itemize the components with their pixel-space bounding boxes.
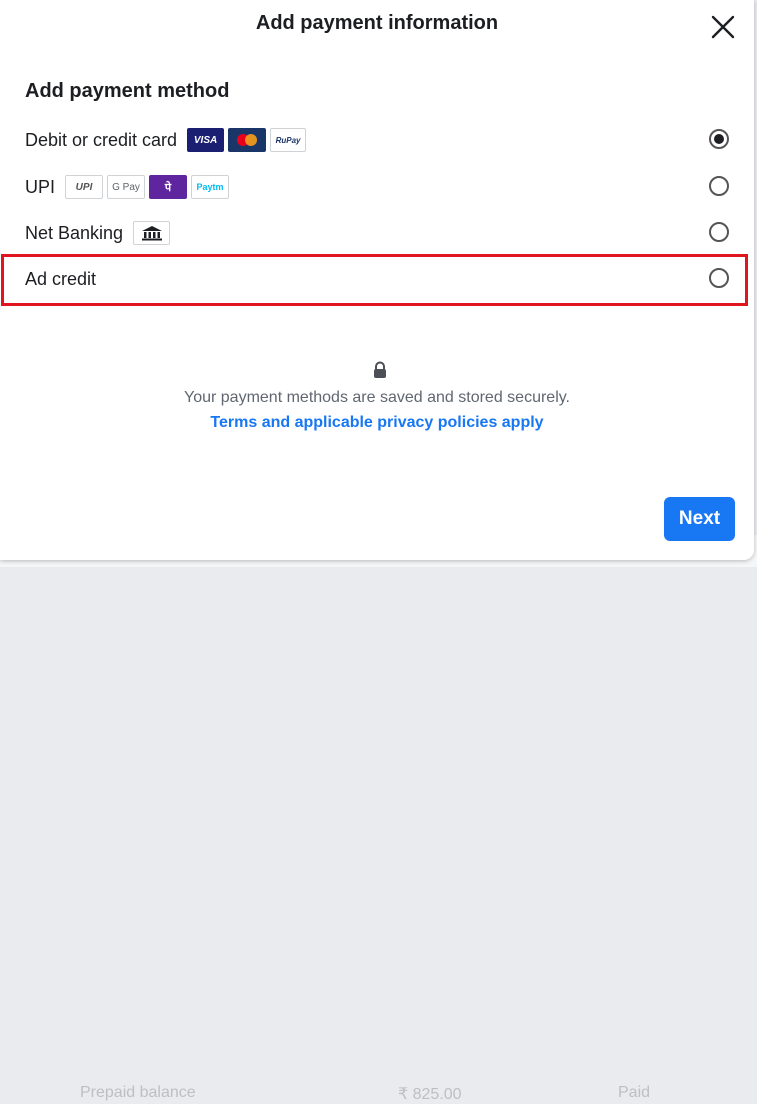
close-icon bbox=[711, 15, 735, 39]
next-button[interactable]: Next bbox=[664, 497, 735, 541]
radio-upi[interactable] bbox=[709, 176, 729, 196]
mastercard-icon bbox=[237, 134, 258, 146]
radio-card[interactable] bbox=[709, 129, 729, 149]
option-card[interactable]: Debit or credit card VISA RuPay bbox=[25, 120, 745, 160]
visa-logo: VISA bbox=[187, 128, 225, 152]
netbanking-logos bbox=[133, 221, 171, 245]
background-row-amount: ₹ 825.00 bbox=[398, 1086, 462, 1103]
option-label: Net Banking bbox=[25, 222, 124, 243]
secure-text: Your payment methods are saved and store… bbox=[184, 389, 570, 406]
option-label: UPI bbox=[25, 176, 56, 197]
phonepe-logo: पे bbox=[149, 175, 188, 199]
background-row-label: Prepaid balance bbox=[80, 1084, 196, 1101]
background-row-status: Paid bbox=[618, 1084, 651, 1101]
option-label: Debit or credit card bbox=[25, 129, 178, 150]
card-logos: VISA RuPay bbox=[187, 128, 307, 152]
bank-icon bbox=[133, 221, 171, 245]
option-net-banking[interactable]: Net Banking bbox=[25, 213, 745, 253]
upi-logo: UPI bbox=[65, 175, 104, 199]
paytm-logo: Paytm bbox=[191, 175, 230, 199]
upi-logos: UPI G Pay पे Paytm bbox=[65, 175, 230, 199]
radio-net-banking[interactable] bbox=[709, 222, 729, 242]
option-ad-credit[interactable]: Ad credit bbox=[25, 259, 745, 299]
option-label: Ad credit bbox=[25, 268, 97, 289]
dialog-title: Add payment information bbox=[255, 12, 499, 34]
payment-dialog: Add payment information Add payment meth… bbox=[0, 0, 754, 560]
gpay-logo: G Pay bbox=[107, 175, 146, 199]
lock-icon bbox=[372, 361, 388, 384]
radio-ad-credit[interactable] bbox=[709, 268, 729, 288]
terms-link[interactable]: Terms and applicable privacy policies ap… bbox=[0, 414, 754, 432]
option-upi[interactable]: UPI UPI G Pay पे Paytm bbox=[25, 167, 745, 207]
section-title: Add payment method bbox=[25, 80, 230, 102]
rupay-logo: RuPay bbox=[270, 128, 307, 152]
mastercard-logo bbox=[228, 128, 267, 152]
close-button[interactable] bbox=[706, 10, 740, 44]
